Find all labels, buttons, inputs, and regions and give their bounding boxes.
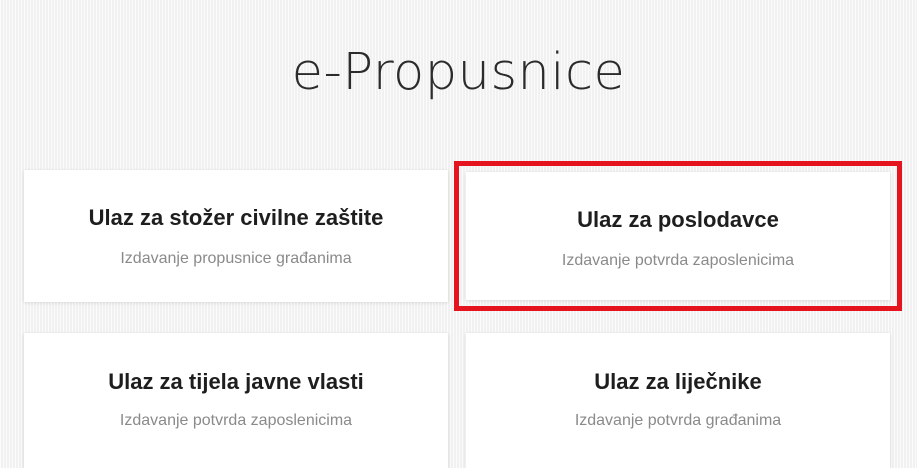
- card-lijecnici[interactable]: Ulaz za liječnike Izdavanje potvrda građ…: [466, 333, 890, 468]
- card-subtitle: Izdavanje propusnice građanima: [120, 250, 352, 267]
- card-subtitle: Izdavanje potvrda zaposlenicima: [561, 252, 795, 269]
- page-title: e-Propusnice: [291, 43, 626, 102]
- card-title: Ulaz za liječnike: [594, 369, 762, 394]
- card-subtitle: Izdavanje potvrda građanima: [574, 412, 782, 429]
- card-stozer-civilne-zastite[interactable]: Ulaz za stožer civilne zaštite Izdavanje…: [24, 170, 448, 302]
- card-poslodavci[interactable]: Ulaz za poslodavce Izdavanje potvrda zap…: [466, 172, 890, 300]
- card-title: Ulaz za tijela javne vlasti: [108, 369, 364, 394]
- card-title: Ulaz za stožer civilne zaštite: [88, 205, 384, 230]
- card-tijela-javne-vlasti[interactable]: Ulaz za tijela javne vlasti Izdavanje po…: [24, 333, 448, 468]
- card-title: Ulaz za poslodavce: [577, 207, 779, 232]
- card-subtitle: Izdavanje potvrda zaposlenicima: [119, 412, 353, 429]
